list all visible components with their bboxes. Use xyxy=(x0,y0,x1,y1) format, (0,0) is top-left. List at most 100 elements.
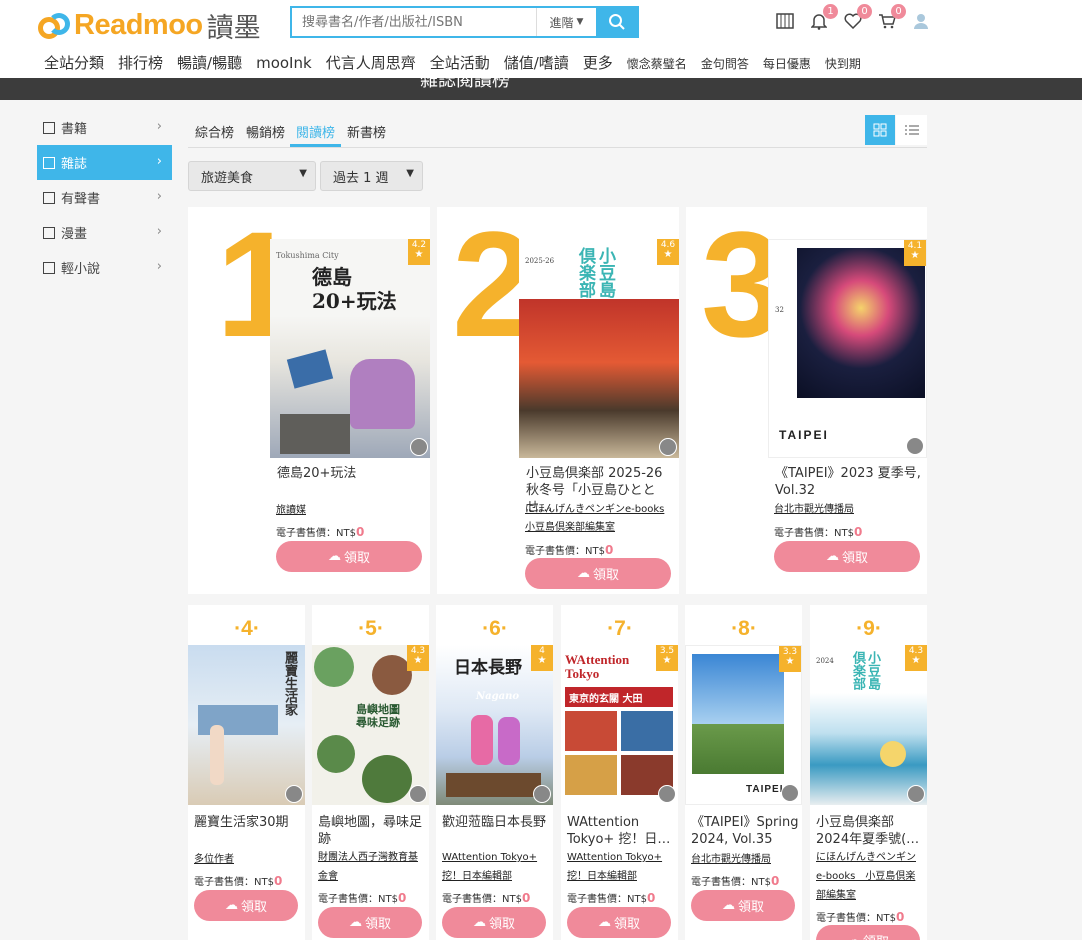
get-book-button[interactable]: ☁領取 xyxy=(318,907,422,938)
search-button[interactable] xyxy=(596,8,637,36)
book-cover[interactable]: 島嶼地圖 尋味足跡 4.3 ★ xyxy=(312,645,429,805)
book-cover[interactable]: 2024 小豆島 倶楽部 4.3 ★ xyxy=(810,645,927,805)
list-view-icon xyxy=(904,125,919,135)
period-select-value: 過去 1 週 xyxy=(333,170,389,186)
chevron-down-icon: ▼ xyxy=(406,168,414,179)
nav-all-categories[interactable]: 全站分類 xyxy=(44,52,104,73)
book-author[interactable]: 挖！日本編輯部 xyxy=(567,867,637,886)
page-banner: 雜誌閱讀榜 xyxy=(0,78,1082,100)
tab-overall[interactable]: 綜合榜 xyxy=(195,122,234,141)
advanced-search-dropdown[interactable]: 進階 ▼ xyxy=(536,8,596,36)
book-price: 電子書售價：NT$0 xyxy=(276,524,364,539)
rank-value: 9 xyxy=(863,617,875,640)
get-book-button[interactable]: ☁領取 xyxy=(194,890,298,921)
book-cover[interactable]: 2025-26 小豆島 倶楽部 4.6 ★ xyxy=(519,239,679,458)
period-select[interactable]: 過去 1 週 ▼ xyxy=(320,161,423,191)
nav-more[interactable]: 更多 xyxy=(583,52,613,73)
get-button-label: 領取 xyxy=(613,917,640,932)
get-book-button[interactable]: ☁領取 xyxy=(567,907,671,938)
get-book-button[interactable]: ☁領取 xyxy=(276,541,422,572)
book-cover[interactable]: WAttention Tokyo 東京的玄關 大田 3.5 ★ xyxy=(561,645,678,805)
sidebar-item-audiobooks[interactable]: 有聲書 › xyxy=(37,180,172,215)
book-title[interactable]: 德島20+玩法 xyxy=(277,465,425,482)
get-button-label: 領取 xyxy=(737,900,764,915)
category-select-value: 旅遊美食 xyxy=(201,170,254,186)
book-author[interactable]: WAttention Tokyo+ xyxy=(442,848,537,867)
book-author[interactable]: 小豆島倶楽部編集室 xyxy=(525,518,615,537)
nav-minor-link[interactable]: 懷念蔡璧名 xyxy=(627,55,687,72)
cloud-download-icon: ☁ xyxy=(847,933,860,940)
book-cover[interactable]: TAIPEI 3.3 ★ xyxy=(685,645,802,805)
nav-rankings[interactable]: 排行榜 xyxy=(118,52,163,73)
reader-icon xyxy=(776,13,794,29)
sidebar-item-magazines[interactable]: 雜誌 › xyxy=(37,145,172,180)
tab-bestsellers[interactable]: 暢銷榜 xyxy=(246,122,285,141)
book-author[interactable]: 多位作者 xyxy=(194,850,234,869)
list-view-button[interactable] xyxy=(896,115,927,145)
book-cover[interactable]: 32 TAIPEI 4.1 ★ xyxy=(768,239,927,458)
rank-value: 8 xyxy=(738,617,750,640)
get-book-button[interactable]: ☁領取 xyxy=(442,907,546,938)
book-title[interactable]: 歡迎蒞臨日本長野 xyxy=(442,814,550,831)
site-logo[interactable]: Readmoo 讀墨 xyxy=(38,6,261,45)
book-author[interactable]: 旅讀媒 xyxy=(276,501,306,520)
book-author[interactable]: 台北市觀光傳播局 xyxy=(774,500,854,519)
book-author[interactable]: WAttention Tokyo+ xyxy=(567,848,662,867)
nav-unlimited[interactable]: 暢讀/暢聽 xyxy=(177,52,242,73)
book-author[interactable]: 台北市觀光傳播局 xyxy=(691,850,771,869)
wishlist-badge: 0 xyxy=(857,4,872,19)
book-author[interactable]: にほんげんきペンギン xyxy=(816,848,916,867)
book-title[interactable]: WAttention Tokyo+ 挖！日… xyxy=(567,814,675,848)
book-cover[interactable]: 日本長野 Nagano 4 ★ xyxy=(436,645,553,805)
nav-spokesperson[interactable]: 代言人周思齊 xyxy=(326,52,416,73)
book-card: ·5· 島嶼地圖 尋味足跡 4.3 ★ 島嶼地圖，尋味足跡 財團法人西子灣教育基金… xyxy=(312,605,429,940)
user-menu-button[interactable] xyxy=(910,10,932,32)
chevron-right-icon: › xyxy=(156,224,162,239)
tab-most-read[interactable]: 閱讀榜 xyxy=(296,122,335,141)
search-input[interactable] xyxy=(292,8,536,36)
nav-minor-link[interactable]: 金句問答 xyxy=(701,55,749,72)
notifications-button[interactable]: 1 xyxy=(808,4,838,32)
nav-minor-link[interactable]: 快到期 xyxy=(825,55,861,72)
book-title[interactable]: 小豆島倶楽部 2024年夏季號(… xyxy=(816,814,924,848)
get-book-button[interactable]: ☁領取 xyxy=(525,558,671,589)
get-book-button[interactable]: ☁領取 xyxy=(774,541,920,572)
reader-app-button[interactable] xyxy=(774,10,796,32)
book-card: 1 Tokushima City 德島 20+玩法 4.2 ★ 德島20+玩法 旅… xyxy=(188,207,430,594)
cart-button[interactable]: 0 xyxy=(876,4,906,32)
rank-value: 6 xyxy=(489,617,501,640)
sidebar-item-label: 輕小說 xyxy=(61,262,101,277)
book-cover[interactable]: 麗寶生活家 xyxy=(188,645,305,805)
ebook-device-icon xyxy=(533,785,551,803)
chevron-right-icon: › xyxy=(156,189,162,204)
book-title[interactable]: 《TAIPEI》2023 夏季号, Vol.32 xyxy=(775,465,923,499)
star-icon: ★ xyxy=(537,655,547,666)
book-cover[interactable]: Tokushima City 德島 20+玩法 4.2 ★ xyxy=(270,239,430,458)
book-title[interactable]: 麗寶生活家30期 xyxy=(194,814,302,831)
advanced-search-label: 進階 xyxy=(549,15,574,30)
book-title[interactable]: 《TAIPEI》Spring 2024, Vol.35 xyxy=(691,814,799,848)
wishlist-button[interactable]: 0 xyxy=(842,4,872,32)
grid-view-button[interactable] xyxy=(865,115,895,145)
get-book-button[interactable]: ☁領取 xyxy=(691,890,795,921)
sidebar-item-comics[interactable]: 漫畫 › xyxy=(37,215,172,250)
category-sidebar: 書籍 › 雜誌 › 有聲書 › 漫畫 › 輕小說 › xyxy=(37,110,172,285)
cloud-download-icon: ☁ xyxy=(597,915,611,930)
book-title[interactable]: 島嶼地圖，尋味足跡 xyxy=(318,814,426,848)
book-author[interactable]: 挖！日本編輯部 xyxy=(442,867,512,886)
nav-events[interactable]: 全站活動 xyxy=(430,52,490,73)
tab-new-releases[interactable]: 新書榜 xyxy=(347,122,386,141)
price-value: 0 xyxy=(770,874,780,888)
sidebar-item-label: 書籍 xyxy=(61,122,88,137)
category-select[interactable]: 旅遊美食 ▼ xyxy=(188,161,316,191)
get-book-button[interactable]: ☁領取 xyxy=(816,925,920,940)
book-author[interactable]: にほんげんきペンギンe-books xyxy=(525,500,664,519)
nav-topup[interactable]: 儲值/嗜讀 xyxy=(504,52,569,73)
book-author[interactable]: 財團法人西子灣教育基金會 xyxy=(318,848,426,886)
sidebar-item-books[interactable]: 書籍 › xyxy=(37,110,172,145)
sidebar-item-light-novels[interactable]: 輕小說 › xyxy=(37,250,172,285)
cover-title: 島嶼地圖 尋味足跡 xyxy=(356,703,400,729)
nav-mooink[interactable]: mooInk xyxy=(256,54,312,72)
book-author[interactable]: e-books 小豆島倶楽部編集室 xyxy=(816,867,924,905)
nav-minor-link[interactable]: 每日優惠 xyxy=(763,55,811,72)
